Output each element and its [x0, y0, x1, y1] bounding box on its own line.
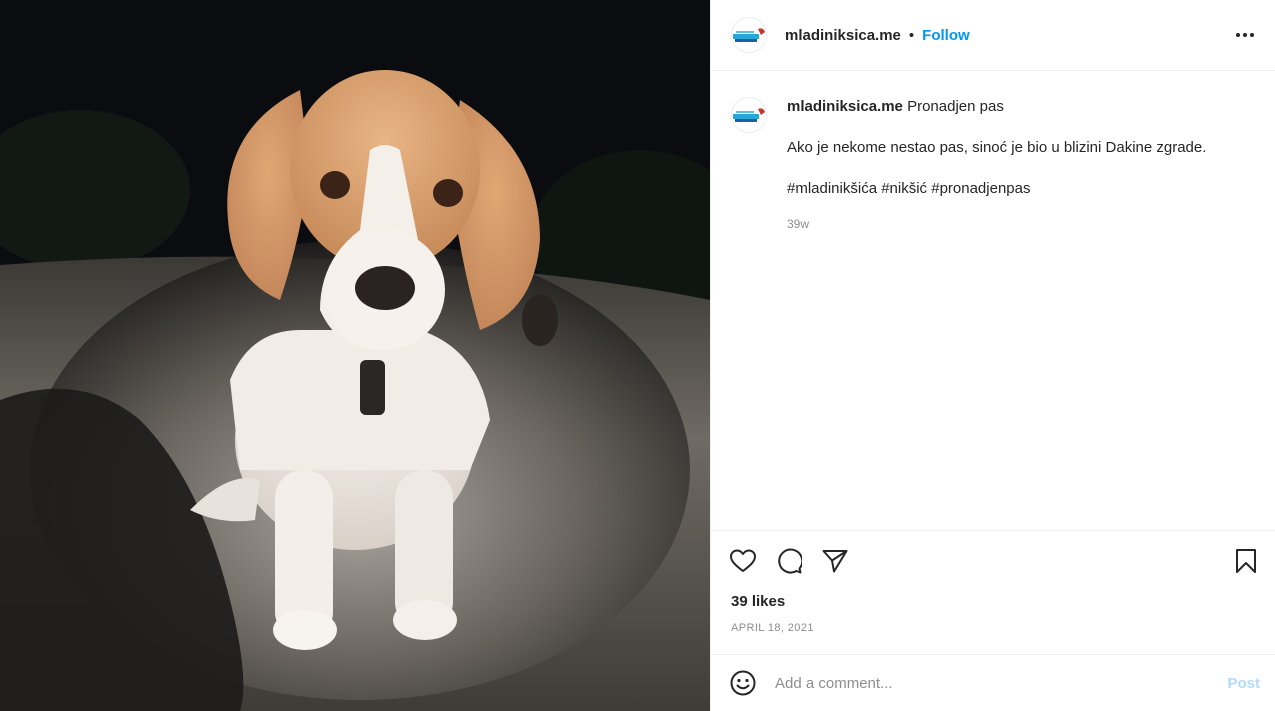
- separator-dot: •: [908, 26, 915, 44]
- emoji-icon[interactable]: [729, 669, 757, 697]
- post-header: mladiniksica.me • Follow: [711, 0, 1275, 71]
- heart-icon[interactable]: [729, 547, 757, 575]
- follow-button[interactable]: Follow: [922, 27, 970, 44]
- comment-input[interactable]: [775, 674, 1218, 692]
- caption-hashtags[interactable]: #mladinikšića #nikšić #pronadjenpas: [787, 179, 1206, 199]
- action-bar: [711, 531, 1275, 577]
- more-options-icon[interactable]: [1233, 23, 1257, 47]
- caption-area: mladiniksica.me Pronadjen pas Ako je nek…: [711, 71, 1275, 529]
- post-date[interactable]: April 18, 2021: [711, 610, 1275, 634]
- logo-icon: [733, 28, 765, 42]
- caption-time[interactable]: 39w: [787, 214, 1206, 234]
- header-username[interactable]: mladiniksica.me: [785, 27, 901, 44]
- bookmark-icon[interactable]: [1232, 547, 1260, 575]
- post-comment-button[interactable]: Post: [1227, 675, 1260, 692]
- post-image[interactable]: [0, 0, 710, 711]
- comment-icon[interactable]: [775, 547, 803, 575]
- caption-first-line: mladiniksica.me Pronadjen pas: [787, 97, 1206, 117]
- logo-icon: [733, 108, 765, 122]
- share-icon[interactable]: [821, 547, 849, 575]
- actions-section: 39 likes April 18, 2021: [711, 530, 1275, 654]
- post-detail-panel: mladiniksica.me • Follow mladiniksica.me…: [710, 0, 1275, 711]
- likes-count[interactable]: 39 likes: [711, 577, 1275, 610]
- comment-box: Post: [711, 654, 1275, 711]
- caption-text: Ako je nekome nestao pas, sinoć je bio u…: [787, 139, 1207, 156]
- caption-username[interactable]: mladiniksica.me: [787, 98, 903, 115]
- caption-body: mladiniksica.me Pronadjen pas Ako je nek…: [787, 97, 1206, 234]
- avatar[interactable]: [731, 17, 767, 53]
- caption-avatar[interactable]: [731, 97, 767, 133]
- dog-photo: [0, 0, 710, 711]
- caption-title: Pronadjen pas: [907, 98, 1004, 115]
- caption-row: mladiniksica.me Pronadjen pas Ako je nek…: [731, 97, 1255, 234]
